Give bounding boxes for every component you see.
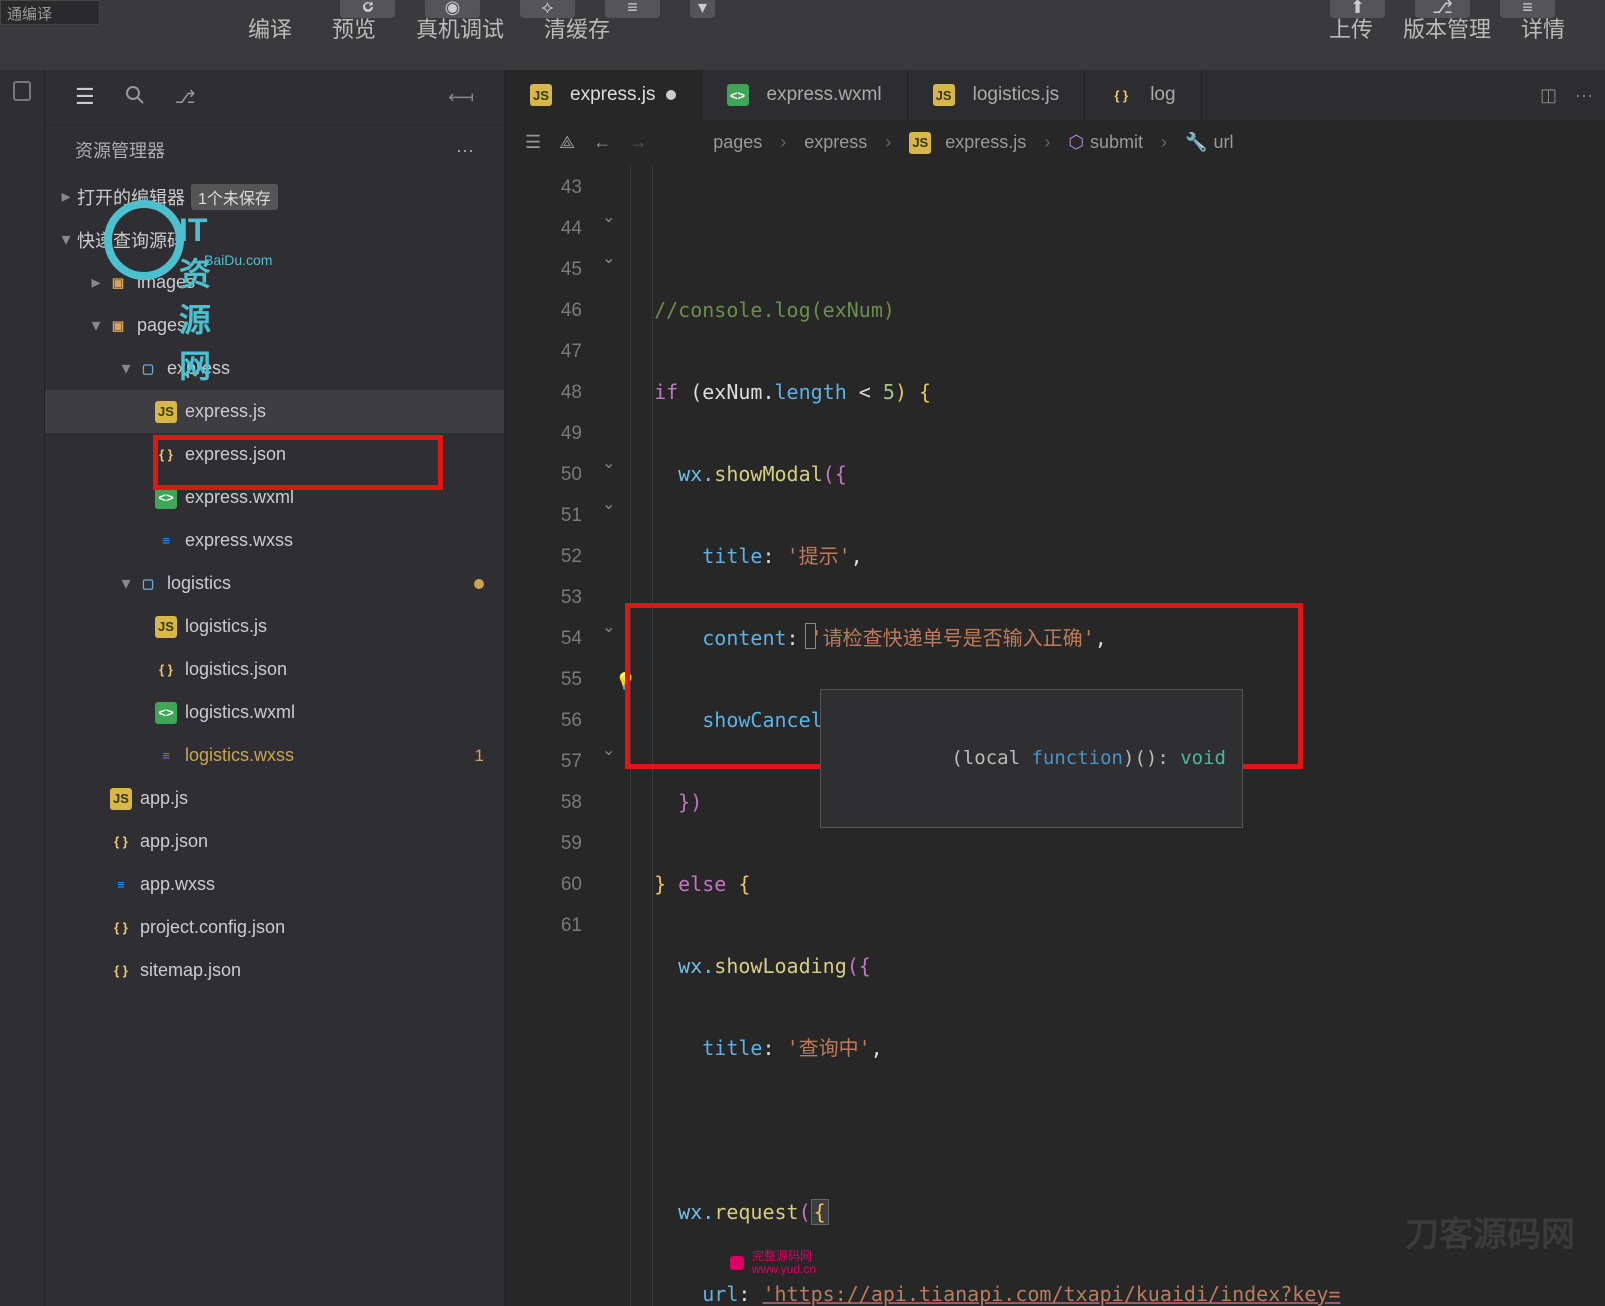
- editor-tabs: JS express.js <> express.wxml JS logisti…: [505, 70, 1605, 120]
- wxml-icon: <>: [155, 702, 177, 724]
- problems-count: 1: [475, 746, 484, 766]
- list-icon[interactable]: ☰: [75, 84, 95, 110]
- code-editor[interactable]: 434445 464748 495051 525354 555657 58596…: [505, 165, 1605, 1306]
- method-icon: ⬡: [1068, 132, 1084, 153]
- file-express-wxml[interactable]: <> express.wxml: [45, 476, 504, 519]
- file-sitemap[interactable]: { } sitemap.json: [45, 949, 504, 992]
- json-icon: { }: [110, 960, 132, 982]
- branch-icon[interactable]: ⎇: [175, 87, 196, 108]
- eye-icon[interactable]: ◉: [425, 0, 480, 18]
- more-icon[interactable]: ···: [1575, 85, 1593, 106]
- breadcrumb-item[interactable]: 🔧 url: [1185, 132, 1233, 153]
- detail-button[interactable]: 详情: [1521, 0, 1565, 60]
- fold-icon[interactable]: ⌄: [602, 453, 615, 473]
- open-editors-section[interactable]: 打开的编辑器 1个未保存: [45, 175, 504, 218]
- breadcrumb-item[interactable]: JS express.js: [909, 132, 1026, 154]
- fold-icon[interactable]: ⌄: [602, 248, 615, 268]
- folder-open-icon: ▢: [137, 573, 159, 595]
- folder-icon: ▣: [107, 272, 129, 294]
- fold-icon[interactable]: ⌄: [602, 617, 615, 637]
- file-logistics-js[interactable]: JS logistics.js: [45, 605, 504, 648]
- file-express-js[interactable]: JS express.js: [45, 390, 504, 433]
- fold-icon[interactable]: ⌄: [602, 207, 615, 227]
- json-icon: { }: [155, 659, 177, 681]
- compiler-dropdown[interactable]: 通编译: [0, 0, 100, 25]
- fold-icon[interactable]: ⌄: [602, 494, 615, 514]
- simulator-icon[interactable]: [11, 80, 33, 102]
- stack-icon[interactable]: ≡: [605, 0, 660, 18]
- hover-tooltip: (local function)(): void: [820, 689, 1243, 828]
- folder-express[interactable]: ▢ express: [45, 347, 504, 390]
- file-app-json[interactable]: { } app.json: [45, 820, 504, 863]
- js-icon: JS: [909, 132, 931, 154]
- wxss-icon: ≡: [155, 530, 177, 552]
- tab-express-js[interactable]: JS express.js: [505, 70, 702, 120]
- breadcrumb-item[interactable]: pages: [713, 132, 762, 153]
- wxss-icon: ≡: [155, 745, 177, 767]
- lightbulb-icon[interactable]: 💡: [615, 662, 636, 703]
- file-app-wxss[interactable]: ≡ app.wxss: [45, 863, 504, 906]
- js-icon: JS: [933, 84, 955, 106]
- wxml-icon: <>: [727, 84, 749, 106]
- refresh-icon[interactable]: [340, 0, 395, 18]
- js-icon: JS: [110, 788, 132, 810]
- fold-gutter: ⌄ ⌄ ⌄ ⌄ ⌄ ⌄: [600, 165, 630, 1306]
- file-logistics-json[interactable]: { } logistics.json: [45, 648, 504, 691]
- split-editor-icon[interactable]: ◫: [1540, 85, 1557, 106]
- sidebar: ☰ ⎇ ⟻ 资源管理器 ··· 打开的编辑器 1个未保存 快递查询源码 ▣: [45, 70, 505, 1306]
- file-express-json[interactable]: { } express.json: [45, 433, 504, 476]
- folder-open-icon: ▢: [137, 358, 159, 380]
- tab-logistics-partial[interactable]: { } log: [1085, 70, 1201, 120]
- version-button[interactable]: 版本管理: [1403, 0, 1491, 60]
- json-icon: { }: [155, 444, 177, 466]
- file-logistics-wxml[interactable]: <> logistics.wxml: [45, 691, 504, 734]
- breadcrumb-item[interactable]: ⬡ submit: [1068, 132, 1143, 153]
- unsaved-badge: 1个未保存: [191, 184, 278, 210]
- folder-logistics[interactable]: ▢ logistics: [45, 562, 504, 605]
- breadcrumb: ☰ ⟁ ← → pages › express › JS express.js …: [505, 120, 1605, 165]
- main-toolbar: 通编译 ◉ ⟡ ≡ ▾ 编译 预览 真机调试 清缓存 ⬆ ⎇ ≡ 上传 版本管理…: [0, 0, 1605, 70]
- modified-indicator: [474, 579, 484, 589]
- text-cursor: [805, 623, 816, 649]
- folder-pages[interactable]: ▣ pages: [45, 304, 504, 347]
- upload-button[interactable]: 上传: [1329, 0, 1373, 60]
- explorer-title: 资源管理器: [75, 137, 165, 163]
- phone-debug-icon[interactable]: ⟡: [520, 0, 575, 18]
- tab-logistics-js[interactable]: JS logistics.js: [908, 70, 1086, 120]
- chevron-down-icon[interactable]: ▾: [690, 0, 715, 18]
- folder-icon: ▣: [107, 315, 129, 337]
- breadcrumb-item[interactable]: express: [804, 132, 867, 153]
- more-actions-icon[interactable]: ···: [456, 140, 474, 161]
- unsaved-dot-icon: [666, 90, 676, 100]
- wxss-icon: ≡: [110, 874, 132, 896]
- tab-express-wxml[interactable]: <> express.wxml: [702, 70, 908, 120]
- activity-bar: [0, 70, 45, 1306]
- json-icon: { }: [1110, 84, 1132, 106]
- code-content[interactable]: //console.log(exNum) if (exNum.length < …: [630, 165, 1605, 1306]
- wxml-icon: <>: [155, 487, 177, 509]
- search-icon[interactable]: [125, 85, 145, 110]
- line-gutter: 434445 464748 495051 525354 555657 58596…: [505, 165, 600, 1306]
- file-project-config[interactable]: { } project.config.json: [45, 906, 504, 949]
- fold-icon[interactable]: ⌄: [602, 740, 615, 760]
- js-icon: JS: [530, 84, 552, 106]
- project-root[interactable]: 快递查询源码: [45, 218, 504, 261]
- bookmark-icon[interactable]: ⟁: [559, 132, 575, 153]
- file-logistics-wxss[interactable]: ≡ logistics.wxss 1: [45, 734, 504, 777]
- js-icon: JS: [155, 401, 177, 423]
- nav-forward-icon[interactable]: →: [629, 132, 647, 153]
- collapse-icon[interactable]: ⟻: [448, 87, 474, 108]
- outline-icon[interactable]: ☰: [525, 132, 541, 153]
- folder-images[interactable]: ▣ images: [45, 261, 504, 304]
- json-icon: { }: [110, 831, 132, 853]
- wrench-icon: 🔧: [1185, 132, 1207, 153]
- json-icon: { }: [110, 917, 132, 939]
- file-express-wxss[interactable]: ≡ express.wxss: [45, 519, 504, 562]
- nav-back-icon[interactable]: ←: [593, 132, 611, 153]
- js-icon: JS: [155, 616, 177, 638]
- editor-region: JS express.js <> express.wxml JS logisti…: [505, 70, 1605, 1306]
- file-app-js[interactable]: JS app.js: [45, 777, 504, 820]
- compile-button[interactable]: 编译: [248, 0, 292, 60]
